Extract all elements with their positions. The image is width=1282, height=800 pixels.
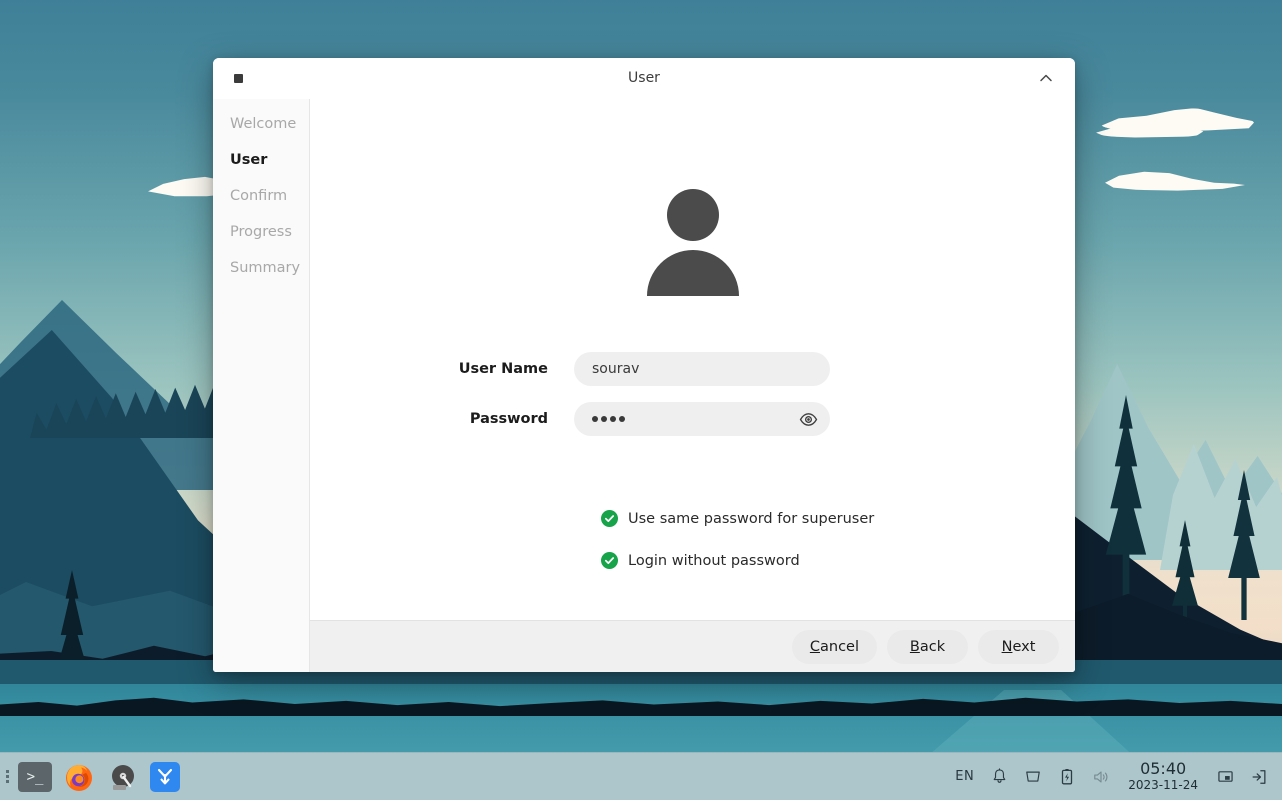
back-rest: ack	[920, 639, 945, 655]
terminal-icon[interactable]: >_	[18, 762, 52, 792]
bell-icon[interactable]	[982, 757, 1016, 797]
password-label: Password	[408, 411, 574, 427]
checkbox-label: Use same password for superuser	[628, 511, 874, 527]
sidebar-item-welcome[interactable]: Welcome	[213, 106, 309, 142]
show-desktop-icon[interactable]	[1208, 757, 1242, 797]
volume-muted-icon[interactable]	[1084, 757, 1118, 797]
eye-icon[interactable]	[798, 409, 818, 429]
sidebar-item-label: User	[230, 152, 267, 168]
taskbar-launchers: >_	[12, 762, 180, 792]
monitor-icon[interactable]	[1016, 757, 1050, 797]
password-row: Password	[408, 402, 830, 436]
next-rest: ext	[1012, 639, 1035, 655]
clock-widget[interactable]: 05:40 2023-11-24	[1118, 760, 1208, 792]
check-circle-icon	[601, 510, 618, 527]
window-titlebar[interactable]: User	[213, 58, 1075, 99]
back-button[interactable]: Back	[887, 630, 968, 664]
user-avatar-icon	[644, 189, 742, 287]
desktop: User Welcome User Confirm Progress	[0, 0, 1282, 800]
terminal-glyph: >_	[27, 770, 44, 784]
check-circle-icon	[601, 552, 618, 569]
back-accel: B	[910, 639, 920, 655]
sidebar-item-label: Summary	[230, 260, 300, 276]
language-label: EN	[955, 769, 974, 784]
window-title: User	[213, 70, 1075, 86]
logout-icon[interactable]	[1242, 757, 1276, 797]
sidebar-item-progress[interactable]: Progress	[213, 214, 309, 250]
checkbox-use-same-password-superuser[interactable]: Use same password for superuser	[601, 510, 874, 527]
password-field-wrapper	[574, 402, 830, 436]
sidebar-item-summary[interactable]: Summary	[213, 250, 309, 286]
sidebar-item-label: Confirm	[230, 188, 287, 204]
taskbar-drag-handle[interactable]	[2, 766, 12, 788]
username-row: User Name	[408, 352, 830, 386]
sidebar-item-label: Welcome	[230, 116, 296, 132]
cloud-shape	[1105, 170, 1245, 192]
clock-time: 05:40	[1140, 760, 1186, 778]
disk-utility-icon[interactable]	[106, 762, 140, 792]
clock-date: 2023-11-24	[1128, 779, 1198, 793]
cancel-rest: ancel	[820, 639, 859, 655]
password-input[interactable]	[574, 402, 830, 436]
checkbox-login-without-password[interactable]: Login without password	[601, 552, 800, 569]
checkbox-label: Login without password	[628, 553, 800, 569]
username-label: User Name	[408, 361, 574, 377]
language-indicator[interactable]: EN	[947, 757, 982, 797]
battery-charging-icon[interactable]	[1050, 757, 1084, 797]
installer-icon[interactable]	[150, 762, 180, 792]
wizard-step-sidebar: Welcome User Confirm Progress Summary	[213, 99, 310, 672]
sidebar-item-confirm[interactable]: Confirm	[213, 178, 309, 214]
installer-window: User Welcome User Confirm Progress	[213, 58, 1075, 672]
system-tray: EN	[947, 757, 1282, 797]
user-setup-pane: User Name Password	[310, 99, 1075, 620]
wizard-content: User Name Password	[310, 99, 1075, 672]
sidebar-item-user[interactable]: User	[213, 142, 309, 178]
wizard-footer: Cancel Back Next	[310, 620, 1075, 672]
sidebar-item-label: Progress	[230, 224, 292, 240]
firefox-icon[interactable]	[62, 762, 96, 792]
username-input[interactable]	[574, 352, 830, 386]
chevron-up-icon[interactable]	[1033, 65, 1059, 91]
avatar-body-shape	[647, 250, 739, 296]
avatar-head-shape	[667, 189, 719, 241]
cancel-button[interactable]: Cancel	[792, 630, 877, 664]
next-button[interactable]: Next	[978, 630, 1059, 664]
cancel-accel: C	[810, 639, 820, 655]
window-body: Welcome User Confirm Progress Summary	[213, 99, 1075, 672]
taskbar: >_	[0, 752, 1282, 800]
next-accel: N	[1002, 639, 1013, 655]
